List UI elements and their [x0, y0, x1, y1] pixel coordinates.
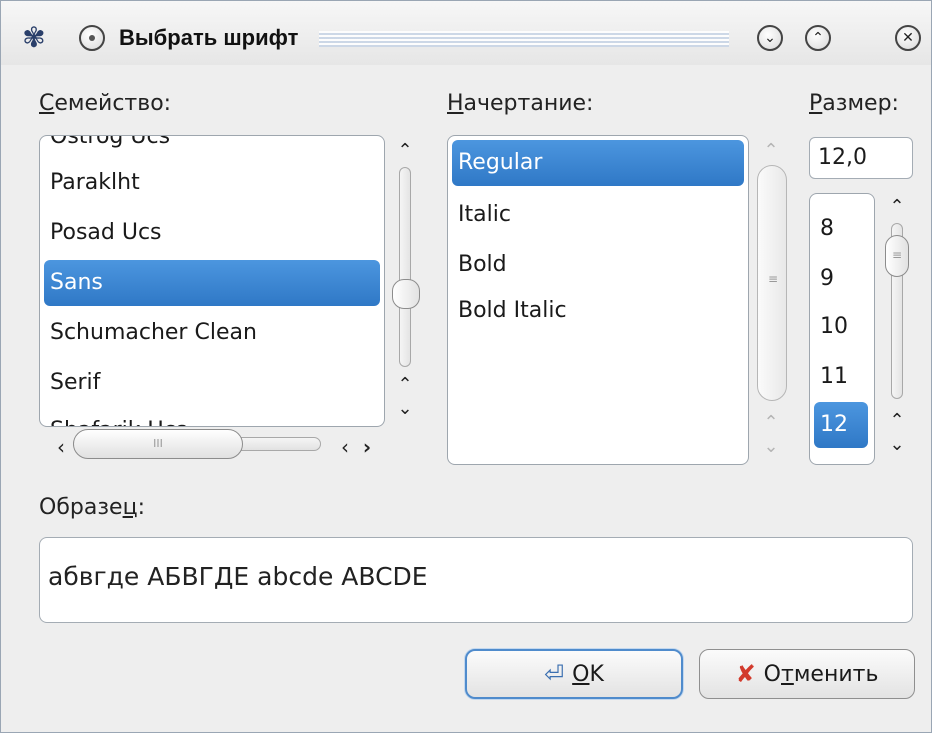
family-item[interactable]: Posad Ucs: [44, 210, 380, 256]
cancel-button[interactable]: ✘ Отменить: [699, 649, 915, 699]
size-label: Размер:: [809, 91, 899, 116]
size-item-selected[interactable]: 12: [814, 402, 868, 448]
app-icon[interactable]: ✾: [17, 21, 51, 55]
size-scroll-up-icon[interactable]: ⌃: [887, 197, 907, 217]
style-scroll-up-icon[interactable]: ⌃: [761, 141, 781, 161]
family-scroll-right-icon[interactable]: ›: [357, 437, 377, 457]
family-item-selected[interactable]: Sans: [44, 260, 380, 306]
title-decoration: [319, 31, 729, 47]
style-scroll-up-icon[interactable]: ⌃: [761, 413, 781, 433]
chevron-down-icon: ⌄: [764, 30, 776, 46]
window-menu-button[interactable]: [79, 25, 105, 51]
family-item[interactable]: Schumacher Clean: [44, 310, 380, 356]
sample-label-text: Образе: [39, 495, 123, 520]
close-icon: ✕: [902, 30, 914, 46]
font-dialog-window: ✾ Выбрать шрифт ⌄ ⌃ ✕ Семейство: Начерта…: [0, 0, 932, 733]
style-item[interactable]: Bold Italic: [452, 288, 744, 334]
family-scroll-left-icon[interactable]: ‹: [51, 437, 71, 457]
style-scroll-grip: ≡: [768, 272, 779, 286]
family-label-text: емейство:: [54, 91, 172, 116]
family-item[interactable]: Ostrog Ucs: [44, 136, 380, 160]
size-item[interactable]: 9: [814, 256, 870, 302]
size-item[interactable]: 11: [814, 354, 870, 400]
ok-label-text: K: [589, 661, 604, 687]
style-vertical-scroll-thumb[interactable]: ≡: [757, 165, 787, 401]
style-item-selected[interactable]: Regular: [452, 140, 744, 186]
window-title: Выбрать шрифт: [119, 25, 299, 50]
size-listbox[interactable]: 8 9 10 11 12: [809, 193, 875, 465]
sample-label: Образец:: [39, 495, 145, 520]
close-button[interactable]: ✕: [895, 25, 921, 51]
style-listbox[interactable]: Regular Italic Bold Bold Italic: [447, 135, 749, 465]
cancel-x-icon: ✘: [735, 660, 756, 688]
cancel-label-mnemonic: т: [781, 661, 794, 687]
style-item[interactable]: Italic: [452, 192, 744, 238]
family-scroll-up-icon[interactable]: ⌃: [395, 141, 415, 161]
family-label: Семейство:: [39, 91, 171, 116]
family-scroll-left-icon[interactable]: ‹: [335, 437, 355, 457]
maximize-button[interactable]: ⌃: [805, 25, 831, 51]
cancel-label-text: менить: [793, 661, 879, 687]
family-item[interactable]: Paraklht: [44, 160, 380, 206]
style-label-text: ачертание:: [463, 91, 594, 116]
style-item[interactable]: Bold: [452, 242, 744, 288]
size-label-text: азмер:: [822, 91, 899, 116]
ok-button[interactable]: ⏎ OK: [465, 649, 683, 699]
family-scroll-down-icon[interactable]: ⌄: [395, 399, 415, 419]
size-input[interactable]: 12,0: [809, 137, 913, 179]
family-vertical-scrollbar[interactable]: [399, 167, 411, 367]
style-label: Начертание:: [447, 91, 593, 116]
chevron-up-icon: ⌃: [812, 30, 824, 46]
sample-text: абвгде АБВГДЕ abcde ABCDE: [48, 562, 428, 591]
cancel-label: Отменить: [764, 662, 879, 687]
family-label-mnemonic: С: [39, 91, 55, 116]
family-scroll-up-icon[interactable]: ⌃: [395, 375, 415, 395]
dot-icon: [89, 35, 95, 41]
title-bar: ✾ Выбрать шрифт ⌄ ⌃ ✕: [1, 1, 931, 65]
ok-label: OK: [572, 662, 604, 687]
size-scroll-up-icon[interactable]: ⌃: [887, 411, 907, 431]
family-horizontal-scroll-thumb[interactable]: III: [73, 429, 243, 459]
return-arrow-icon: ⏎: [544, 660, 565, 688]
size-item[interactable]: 10: [814, 304, 870, 350]
family-item[interactable]: Serif: [44, 360, 380, 406]
size-scroll-down-icon[interactable]: ⌄: [887, 435, 907, 455]
minimize-button[interactable]: ⌄: [757, 25, 783, 51]
sample-label-mnemonic: ц: [122, 495, 138, 520]
ok-label-mnemonic: O: [572, 661, 590, 687]
sample-label-colon: :: [137, 495, 145, 520]
size-vertical-scroll-thumb[interactable]: ≡: [885, 235, 909, 277]
cancel-label-prefix: О: [763, 661, 781, 687]
style-scroll-down-icon[interactable]: ⌄: [761, 437, 781, 457]
size-label-mnemonic: Р: [809, 91, 823, 116]
family-listbox[interactable]: Ostrog Ucs Paraklht Posad Ucs Sans Schum…: [39, 135, 385, 427]
family-vertical-scroll-thumb[interactable]: [392, 279, 420, 309]
size-scroll-grip: ≡: [892, 248, 903, 262]
size-item[interactable]: 8: [814, 206, 870, 252]
sample-preview-box: абвгде АБВГДЕ abcde ABCDE: [39, 537, 913, 623]
family-item[interactable]: Shafarik Ucs: [44, 408, 380, 426]
style-label-mnemonic: Н: [447, 91, 464, 116]
